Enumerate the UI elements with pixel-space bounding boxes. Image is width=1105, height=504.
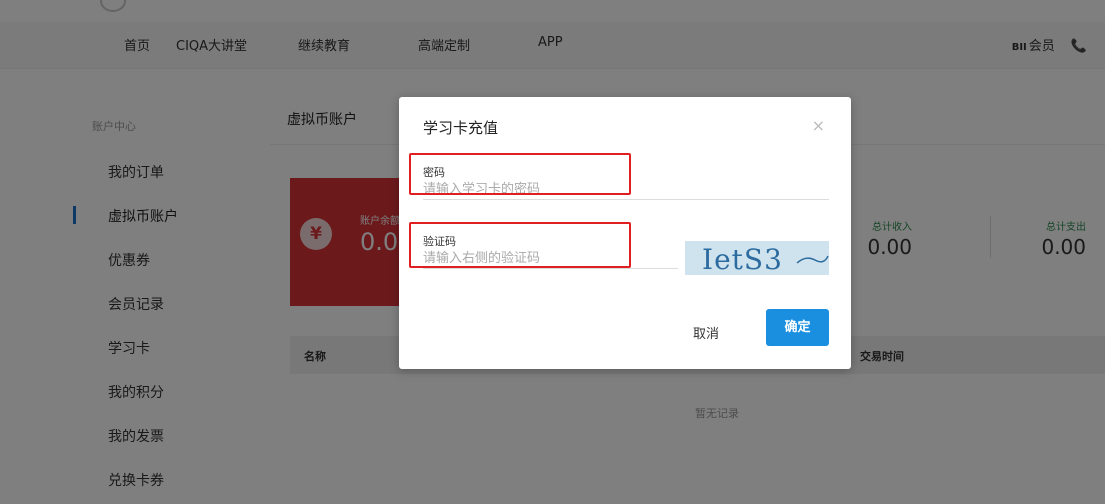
password-highlight xyxy=(409,153,631,195)
close-icon[interactable]: × xyxy=(812,116,825,135)
confirm-button[interactable]: 确定 xyxy=(766,309,829,346)
recharge-dialog: 学习卡充值 × 密码 验证码 IetS3 取消 确定 xyxy=(399,97,851,369)
captcha-noise-icon xyxy=(796,255,829,264)
captcha-image[interactable]: IetS3 xyxy=(685,241,829,275)
dialog-title: 学习卡充值 xyxy=(423,119,499,137)
cancel-button[interactable]: 取消 xyxy=(693,323,719,342)
captcha-highlight xyxy=(409,222,631,268)
